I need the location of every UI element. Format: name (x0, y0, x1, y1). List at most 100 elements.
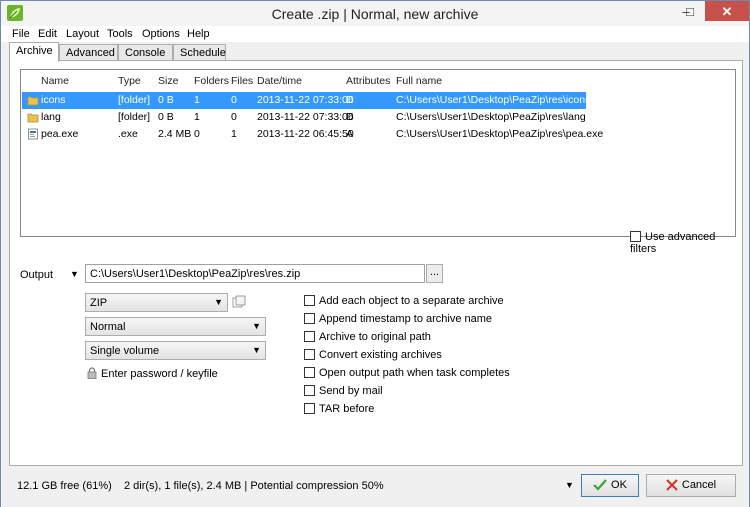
cell-size: 0 B (158, 94, 174, 106)
cancel-button[interactable]: Cancel (646, 474, 736, 497)
maximize-button[interactable]: □ (677, 1, 703, 22)
checkbox-box[interactable] (304, 295, 315, 306)
checkbox-box[interactable] (304, 331, 315, 342)
tab-schedule[interactable]: Schedule (173, 44, 226, 61)
checkbox-box[interactable] (304, 385, 315, 396)
cancel-label: Cancel (681, 479, 717, 491)
file-list[interactable]: Name Type Size Folders Files Date/time A… (20, 69, 736, 237)
cell-files: 1 (231, 128, 237, 140)
column-type[interactable]: Type (118, 75, 141, 87)
ok-label: OK (611, 479, 627, 491)
close-icon (666, 479, 678, 491)
menu-file[interactable]: File (12, 28, 30, 40)
password-label: Enter password / keyfile (101, 368, 218, 380)
cell-attributes: A (346, 128, 354, 140)
option-separate-archive[interactable]: Add each object to a separate archive (304, 295, 504, 307)
option-original-path[interactable]: Archive to original path (304, 331, 431, 343)
archive-panel: Name Type Size Folders Files Date/time A… (9, 60, 743, 466)
cell-datetime: 2013-11-22 06:45:50 (257, 128, 354, 140)
tab-archive[interactable]: Archive (9, 42, 59, 62)
chevron-down-icon: ▼ (252, 345, 261, 355)
cell-fullname: C:\Users\User1\Desktop\PeaZip\res\pea.ex… (396, 128, 604, 140)
lock-icon (87, 367, 97, 379)
menu-bar: File Edit Layout Tools Options Help (1, 26, 749, 42)
ok-button[interactable]: OK (581, 474, 639, 497)
option-send-by-mail[interactable]: Send by mail (304, 385, 383, 397)
folder-icon (27, 96, 39, 106)
cell-type: [folder] (118, 94, 151, 106)
cell-name: lang (41, 111, 61, 123)
option-append-timestamp[interactable]: Append timestamp to archive name (304, 313, 492, 325)
column-size[interactable]: Size (158, 75, 178, 87)
app-window: Create .zip | Normal, new archive – ✕ □ … (0, 0, 750, 507)
cell-datetime: 2013-11-22 07:33:06 (257, 111, 354, 123)
column-attributes[interactable]: Attributes (346, 75, 390, 87)
status-bar: 12.1 GB free (61%) 2 dir(s), 1 file(s), … (1, 467, 749, 507)
output-dropdown-arrow-icon[interactable]: ▼ (70, 269, 79, 279)
checkbox-box[interactable] (304, 349, 315, 360)
cell-folders: 0 (194, 128, 200, 140)
option-label: TAR before (319, 403, 375, 415)
column-files[interactable]: Files (231, 75, 253, 87)
checkbox-box[interactable] (304, 367, 315, 378)
cell-files: 0 (231, 111, 237, 123)
advanced-filters-checkbox[interactable]: Use advanced filters (630, 231, 742, 255)
column-name[interactable]: Name (41, 75, 69, 87)
table-row[interactable]: icons [folder] 0 B 1 0 2013-11-22 07:33:… (22, 92, 590, 109)
status-text: 12.1 GB free (61%) 2 dir(s), 1 file(s), … (17, 480, 384, 492)
close-button[interactable]: ✕ (705, 1, 749, 21)
cell-attributes: D (346, 111, 354, 123)
password-keyfile-link[interactable]: Enter password / keyfile (87, 367, 218, 380)
option-label: Open output path when task completes (319, 367, 510, 379)
checkbox-box[interactable] (304, 403, 315, 414)
tab-console[interactable]: Console (118, 44, 173, 61)
cell-fullname: C:\Users\User1\Desktop\PeaZip\res\icons (396, 94, 591, 106)
menu-options[interactable]: Options (142, 28, 180, 40)
option-tar-before[interactable]: TAR before (304, 403, 374, 415)
cell-type: [folder] (118, 111, 151, 123)
volume-select[interactable]: Single volume ▼ (85, 341, 266, 360)
checkmark-icon (593, 479, 607, 491)
cell-name: pea.exe (41, 128, 79, 140)
column-fullname[interactable]: Full name (396, 75, 442, 87)
cell-type: .exe (118, 128, 138, 140)
menu-edit[interactable]: Edit (38, 28, 57, 40)
column-datetime[interactable]: Date/time (257, 75, 302, 87)
cell-files: 0 (231, 94, 237, 106)
chevron-down-icon: ▼ (214, 297, 223, 307)
format-select[interactable]: ZIP ▼ (85, 293, 228, 312)
compression-level-select[interactable]: Normal ▼ (85, 317, 266, 336)
menu-help[interactable]: Help (187, 28, 210, 40)
option-label: Convert existing archives (319, 349, 442, 361)
checkbox-box[interactable] (630, 231, 641, 242)
option-label: Append timestamp to archive name (319, 313, 493, 325)
cell-datetime: 2013-11-22 07:33:06 (257, 94, 354, 106)
chevron-down-icon: ▼ (252, 321, 261, 331)
format-select-value: ZIP (90, 297, 108, 309)
title-bar: Create .zip | Normal, new archive – ✕ □ (1, 1, 749, 26)
file-list-header: Name Type Size Folders Files Date/time A… (21, 70, 735, 90)
executable-file-icon (28, 128, 38, 140)
column-folders[interactable]: Folders (194, 75, 229, 87)
table-row[interactable]: pea.exe .exe 2.4 MB 0 1 2013-11-22 06:45… (22, 126, 603, 143)
checkbox-box[interactable] (304, 313, 315, 324)
option-open-output-path[interactable]: Open output path when task completes (304, 367, 510, 379)
output-path-input[interactable]: C:\Users\User1\Desktop\PeaZip\res\res.zi… (85, 264, 425, 283)
option-convert-existing[interactable]: Convert existing archives (304, 349, 442, 361)
level-select-value: Normal (90, 321, 126, 333)
window-title: Create .zip | Normal, new archive (271, 6, 479, 22)
output-label: Output (20, 269, 54, 281)
menu-tools[interactable]: Tools (107, 28, 133, 40)
table-row[interactable]: lang [folder] 0 B 1 0 2013-11-22 07:33:0… (22, 109, 586, 126)
advanced-filters-label: Use advanced filters (630, 231, 716, 255)
folder-icon (27, 113, 39, 123)
cell-name: icons (41, 94, 66, 106)
option-label: Add each object to a separate archive (319, 295, 504, 307)
format-options-icon[interactable] (232, 295, 246, 309)
browse-button[interactable]: ... (426, 264, 443, 283)
tab-advanced[interactable]: Advanced (59, 44, 118, 61)
cell-size: 0 B (158, 111, 174, 123)
menu-layout[interactable]: Layout (66, 28, 99, 40)
status-dropdown-arrow-icon[interactable]: ▼ (565, 480, 574, 490)
volume-select-value: Single volume (90, 345, 160, 357)
